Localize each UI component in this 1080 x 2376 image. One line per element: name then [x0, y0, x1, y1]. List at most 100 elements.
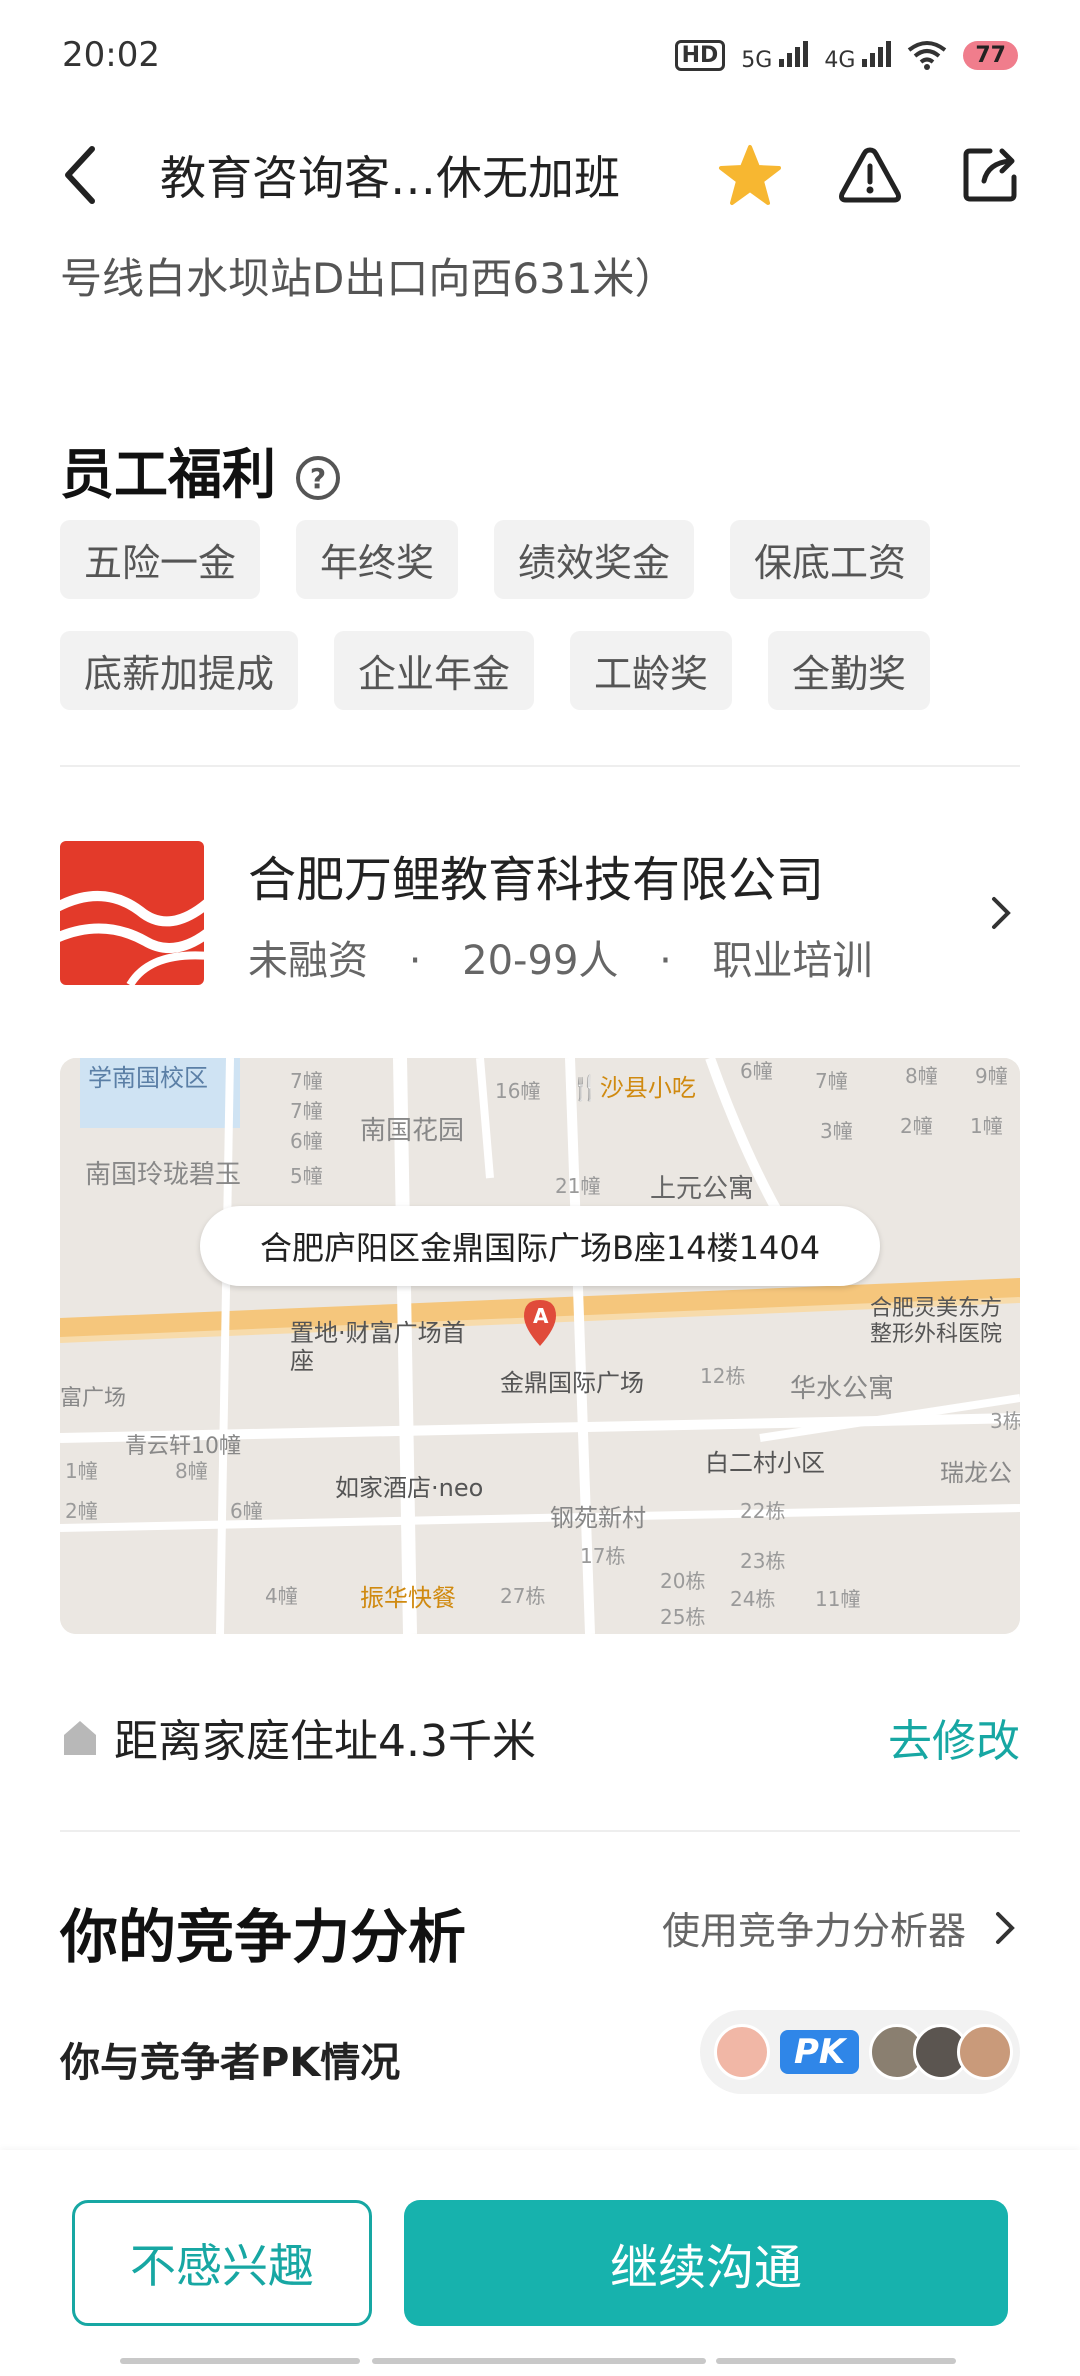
company-name: 合肥万鲤教育科技有限公司: [248, 852, 825, 908]
pk-badge[interactable]: PK: [700, 2010, 1020, 2094]
chevron-right-icon: [996, 1911, 1015, 1944]
map-label: 青云轩10幢: [125, 1434, 241, 1459]
map-label: 钢苑新村: [550, 1504, 646, 1532]
divider: [60, 765, 1020, 767]
avatar: [714, 2024, 770, 2080]
hd-icon: HD: [674, 39, 726, 71]
map-label: 华水公寓: [790, 1374, 895, 1404]
top-navbar: 教育咨询客…休无加班: [0, 110, 1080, 240]
benefit-tag: 年终奖: [296, 520, 459, 599]
status-time: 20:02: [62, 35, 160, 75]
svg-text:5幢: 5幢: [290, 1164, 323, 1188]
svg-text:6幢: 6幢: [290, 1129, 323, 1153]
map-label: 南国玲珑碧玉: [85, 1160, 242, 1190]
benefit-tag: 企业年金: [334, 631, 535, 710]
svg-text:23栋: 23栋: [740, 1549, 785, 1573]
continue-chat-button[interactable]: 继续沟通: [404, 2200, 1008, 2326]
map-label: 白二村小区: [705, 1449, 825, 1477]
benefit-tag: 保底工资: [730, 520, 931, 599]
benefit-tag: 工龄奖: [570, 631, 733, 710]
svg-text:25栋: 25栋: [660, 1605, 705, 1629]
benefit-tags: 五险一金 年终奖 绩效奖金 保底工资 底薪加提成 企业年金 工龄奖 全勤奖: [60, 520, 1020, 742]
svg-text:7幢: 7幢: [290, 1099, 323, 1123]
svg-text:27栋: 27栋: [500, 1584, 545, 1608]
chevron-right-icon: [992, 897, 1011, 929]
share-button[interactable]: [950, 135, 1030, 215]
gesture-bar: [120, 2358, 360, 2364]
star-icon: [719, 145, 781, 205]
bottom-action-bar: 不感兴趣 继续沟通: [0, 2150, 1080, 2376]
benefits-title: 员工福利?: [60, 430, 340, 509]
svg-text:21幢: 21幢: [555, 1174, 600, 1198]
map-label: 富广场: [60, 1386, 127, 1411]
company-meta: 未融资 · 20-99人 · 职业培训: [248, 938, 873, 984]
warning-icon: [839, 147, 901, 203]
signal-5g-icon: 5G: [741, 37, 809, 73]
benefit-tag: 底薪加提成: [60, 631, 299, 710]
map-label: 上元公寓: [650, 1174, 755, 1204]
map-label: 合肥灵美东方整形外科医院: [870, 1296, 1003, 1348]
battery-indicator: 77: [963, 40, 1018, 70]
company-info: 合肥万鲤教育科技有限公司 未融资 · 20-99人 · 职业培训: [248, 840, 980, 986]
svg-text:17栋: 17栋: [580, 1544, 625, 1568]
pk-icon: PK: [780, 2030, 860, 2074]
distance-row: 距离家庭住址4.3千米 去修改: [60, 1705, 1020, 1769]
svg-text:16幢: 16幢: [495, 1079, 540, 1103]
share-icon: [963, 148, 1017, 202]
map-label: 如家酒店·neo: [335, 1474, 484, 1502]
svg-text:3栋: 3栋: [990, 1409, 1020, 1433]
map-label: 振华快餐: [360, 1584, 456, 1612]
svg-text:7幢: 7幢: [815, 1069, 848, 1093]
wifi-icon: [908, 41, 947, 70]
modify-address-link[interactable]: 去修改: [888, 1705, 1020, 1769]
map-label: 瑞龙公: [940, 1459, 1012, 1487]
svg-text:22栋: 22栋: [740, 1499, 785, 1523]
divider: [60, 1830, 1020, 1832]
job-detail-content[interactable]: 号线白水坝站D出口向西631米） 员工福利? 五险一金 年终奖 绩效奖金 保底工…: [0, 240, 1080, 2150]
svg-text:8幢: 8幢: [175, 1459, 208, 1483]
pk-label: 你与竞争者PK情况: [60, 2040, 401, 2086]
svg-text:7幢: 7幢: [290, 1069, 323, 1093]
home-icon: [64, 1721, 96, 1755]
svg-text:8幢: 8幢: [905, 1064, 938, 1088]
svg-text:1幢: 1幢: [970, 1114, 1003, 1138]
map-label: 学南国校区: [88, 1064, 208, 1092]
svg-text:9幢: 9幢: [975, 1064, 1008, 1088]
svg-text:6幢: 6幢: [740, 1059, 773, 1083]
benefit-tag: 绩效奖金: [494, 520, 695, 599]
help-icon[interactable]: ?: [296, 456, 340, 501]
svg-text:1幢: 1幢: [65, 1459, 98, 1483]
gesture-bar: [372, 2358, 706, 2364]
map-label: 🍴沙县小吃: [570, 1074, 696, 1102]
company-logo: [60, 841, 204, 985]
restaurant-icon: 🍴: [570, 1074, 600, 1102]
svg-text:20栋: 20栋: [660, 1569, 705, 1593]
competition-title: 你的竞争力分析: [60, 1903, 467, 1971]
svg-text:12栋: 12栋: [700, 1364, 745, 1388]
report-button[interactable]: [830, 135, 910, 215]
svg-text:4幢: 4幢: [265, 1584, 298, 1608]
company-size: 20-99人: [462, 938, 619, 984]
location-map[interactable]: 7幢 7幢 6幢 5幢 16幢 6幢 7幢 8幢 9幢 3幢 2幢 1幢 21幢 12栋 22栋 23…: [60, 1058, 1020, 1634]
cut-off-text: [60, 2130, 1020, 2150]
back-arrow-icon: [65, 146, 95, 204]
distance-text: 距离家庭住址4.3千米: [114, 1716, 536, 1767]
competition-analyzer-link[interactable]: 使用竞争力分析器: [662, 1900, 1020, 1955]
benefit-tags-row-1: 五险一金 年终奖 绩效奖金 保底工资: [60, 520, 1020, 599]
status-icons: HD 5G 4G 77: [674, 37, 1018, 73]
benefit-tags-row-2: 底薪加提成 企业年金 工龄奖 全勤奖: [60, 631, 1020, 710]
map-address-pill: 合肥庐阳区金鼎国际广场B座14楼1404: [200, 1206, 880, 1286]
gesture-bar: [716, 2358, 956, 2364]
svg-text:3幢: 3幢: [820, 1119, 853, 1143]
svg-text:24栋: 24栋: [730, 1587, 775, 1611]
page-title: 教育咨询客…休无加班: [160, 151, 620, 205]
signal-4g-icon: 4G: [824, 37, 892, 73]
back-button[interactable]: [40, 135, 120, 215]
svg-text:11幢: 11幢: [815, 1587, 860, 1611]
svg-text:2幢: 2幢: [65, 1499, 98, 1523]
not-interested-button[interactable]: 不感兴趣: [72, 2200, 372, 2326]
company-card[interactable]: 合肥万鲤教育科技有限公司 未融资 · 20-99人 · 职业培训: [60, 838, 1020, 988]
favorite-button[interactable]: [710, 135, 790, 215]
map-label: 金鼎国际广场: [500, 1369, 644, 1397]
map-label: 南国花园: [360, 1116, 465, 1146]
